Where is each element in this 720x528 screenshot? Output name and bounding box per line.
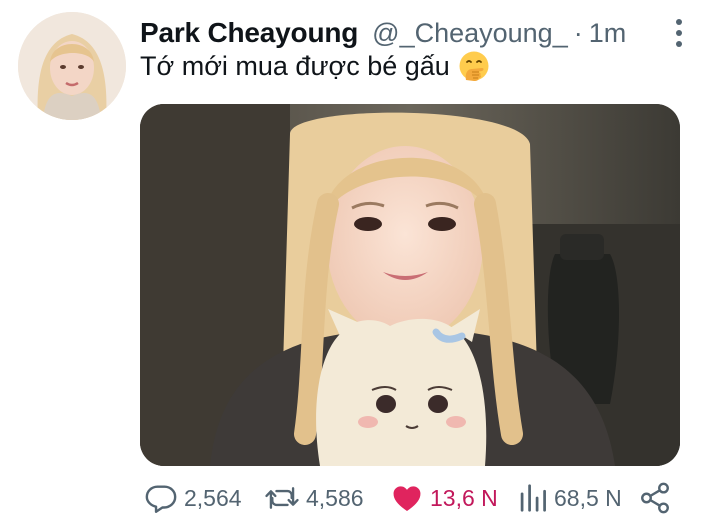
heart-icon	[393, 486, 421, 512]
reply-button[interactable]: 2,564	[144, 480, 242, 516]
tweet-header: Park Cheayoung @_Cheayoung_ · 1m	[140, 14, 626, 52]
views-bar-chart-icon	[520, 484, 546, 512]
more-options-button[interactable]	[668, 16, 690, 50]
tweet-media-photo[interactable]	[140, 104, 680, 466]
tweet-time[interactable]: 1m	[589, 18, 627, 49]
photo-image	[140, 104, 680, 466]
tweet-text: Tớ mới mua được bé gấu	[140, 50, 490, 82]
more-vertical-icon	[676, 19, 682, 25]
tweet-text-content: Tớ mới mua được bé gấu	[140, 50, 450, 81]
separator-dot: ·	[573, 17, 583, 48]
author-name[interactable]: Park Cheayoung	[140, 17, 358, 49]
tweet: Park Cheayoung @_Cheayoung_ · 1m Tớ mới …	[0, 0, 720, 528]
avatar-image	[18, 12, 126, 120]
hand-over-mouth-emoji-icon	[459, 51, 489, 81]
tweet-actions: 2,564 4,586 13,6 N 68,5 N	[140, 480, 680, 516]
retweet-icon	[265, 487, 299, 509]
views-count: 68,5 N	[554, 484, 622, 511]
like-count: 13,6 N	[430, 484, 498, 511]
views-button[interactable]: 68,5 N	[518, 480, 622, 516]
avatar[interactable]	[18, 12, 126, 120]
reply-count: 2,564	[184, 484, 242, 511]
retweet-count: 4,586	[306, 484, 364, 511]
reply-bubble-icon	[145, 485, 177, 513]
share-button[interactable]	[638, 480, 672, 516]
share-icon	[641, 482, 669, 514]
author-handle[interactable]: @_Cheayoung_	[372, 18, 568, 49]
like-button[interactable]: 13,6 N	[390, 480, 498, 516]
retweet-button[interactable]: 4,586	[264, 480, 364, 516]
